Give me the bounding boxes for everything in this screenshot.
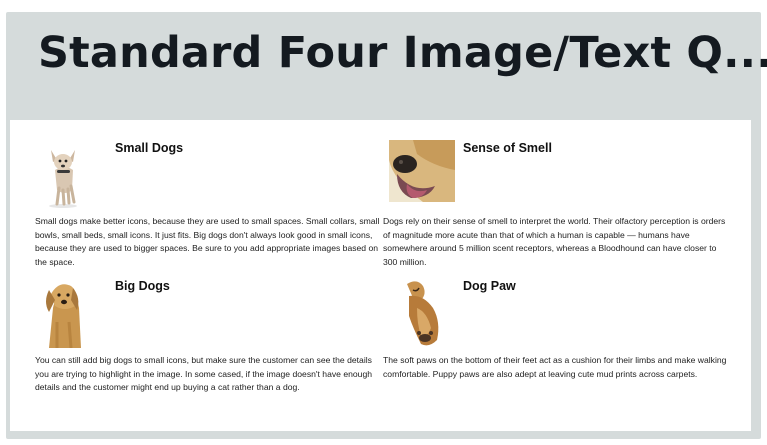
text-small-dogs: Small dogs make better icons, because th… [35,216,380,267]
text-dog-paw: The soft paws on the bottom of their fee… [383,355,727,379]
text-sense-of-smell: Dogs rely on their sense of smell to int… [383,216,726,267]
dog-paw-photo [383,278,461,348]
heading-dog-paw: Dog Paw [463,279,516,293]
golden-retriever-photo [35,278,113,348]
module-title: Standard Four Image/Text Q... [38,28,767,78]
four-image-text-panel: Small Dogs Small dogs make better icons,… [10,120,751,431]
dog-nose-photo [383,140,461,210]
heading-small-dogs: Small Dogs [115,141,184,155]
text-big-dogs: You can still add big dogs to small icon… [35,355,373,393]
chihuahua-photo [35,140,113,210]
heading-big-dogs: Big Dogs [115,279,170,293]
heading-sense-of-smell: Sense of Smell [463,141,552,155]
